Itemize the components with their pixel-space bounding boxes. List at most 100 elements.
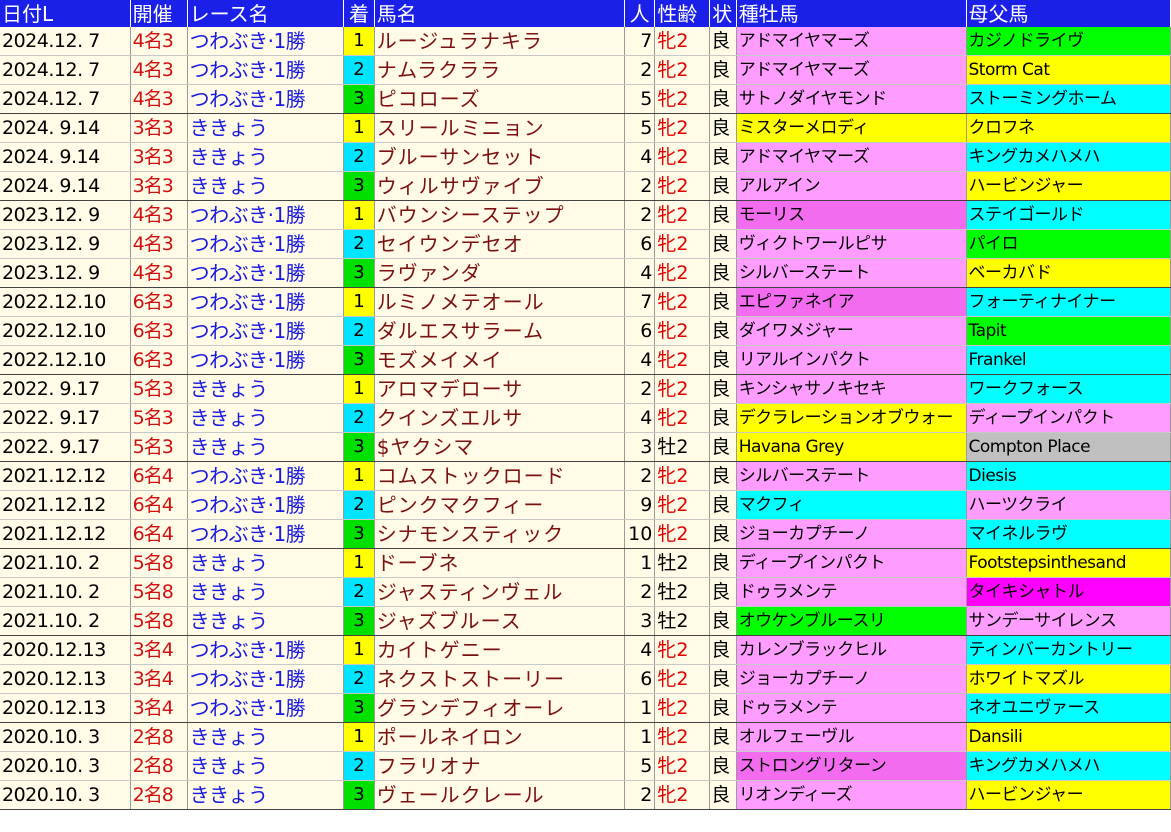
sire-name-cell: Havana Grey <box>736 432 967 462</box>
sex-age-cell: 牝2 <box>654 490 711 520</box>
horse-name-cell: フラリオナ <box>374 751 625 781</box>
popularity-cell: 3 <box>624 432 656 462</box>
race-date-cell: 2021.12.12 <box>0 461 131 491</box>
popularity-cell: 9 <box>624 490 656 520</box>
popularity-cell: 5 <box>624 751 656 781</box>
race-name-cell: つわぶき·1勝 <box>187 490 345 520</box>
header-track-condition: 状 <box>709 0 737 27</box>
broodmare-sire-name-cell: ベーカバド <box>966 258 1171 288</box>
race-name-cell: ききょう <box>187 751 345 781</box>
popularity-cell: 2 <box>624 171 656 201</box>
race-date-cell: 2020.12.13 <box>0 635 131 665</box>
race-name-cell: つわぶき·1勝 <box>187 693 345 723</box>
sire-name-cell: アドマイヤマーズ <box>736 27 967 56</box>
header-finish: 着 <box>343 0 375 27</box>
popularity-cell: 2 <box>624 200 656 230</box>
finish-position-cell: 2 <box>343 142 375 172</box>
kaisai-cell: 5名3 <box>130 403 188 433</box>
broodmare-sire-name-cell: Diesis <box>966 461 1171 491</box>
table-row: 2024.12. 7 4名3 つわぶき·1勝 2 ナムラクララ 2 牝2 良アドマイヤマーズ S… <box>0 55 1171 85</box>
race-name-cell: ききょう <box>187 403 345 433</box>
race-name-cell: つわぶき·1勝 <box>187 635 345 665</box>
kaisai-cell: 5名3 <box>130 432 188 462</box>
sire-name-cell: オウケンブルースリ <box>736 606 967 636</box>
track-condition-cell: 良 <box>709 519 737 549</box>
sire-name-cell: ストロングリターン <box>736 751 967 781</box>
table-row: 2023.12. 9 4名3 つわぶき·1勝 1 バウンシーステップ 2 牝2 良モーリス ステ… <box>0 200 1171 230</box>
sire-name-cell: ヴィクトワールピサ <box>736 229 967 259</box>
horse-name-cell: ピコローズ <box>374 84 625 114</box>
kaisai-cell: 2名8 <box>130 722 188 752</box>
track-condition-cell: 良 <box>709 142 737 172</box>
kaisai-cell: 6名4 <box>130 490 188 520</box>
sex-age-cell: 牝2 <box>654 316 711 346</box>
broodmare-sire-name-cell: ストーミングホーム <box>966 84 1171 114</box>
finish-position-cell: 2 <box>343 664 375 694</box>
race-date-cell: 2024.12. 7 <box>0 55 131 85</box>
track-condition-cell: 良 <box>709 403 737 433</box>
sire-name-cell: マクフィ <box>736 490 967 520</box>
horse-name-cell: ポールネイロン <box>374 722 625 752</box>
broodmare-sire-name-cell: Compton Place <box>966 432 1171 462</box>
sex-age-cell: 牝2 <box>654 229 711 259</box>
kaisai-cell: 6名3 <box>130 345 188 375</box>
popularity-cell: 3 <box>624 606 656 636</box>
table-row: 2023.12. 9 4名3 つわぶき·1勝 3 ラヴァンダ 4 牝2 良シルバーステート ベー… <box>0 258 1171 288</box>
sire-name-cell: リアルインパクト <box>736 345 967 375</box>
track-condition-cell: 良 <box>709 577 737 607</box>
sex-age-cell: 牝2 <box>654 374 711 404</box>
race-name-cell: つわぶき·1勝 <box>187 461 345 491</box>
horse-name-cell: ウィルサヴァイブ <box>374 171 625 201</box>
popularity-cell: 4 <box>624 635 656 665</box>
kaisai-cell: 3名3 <box>130 171 188 201</box>
popularity-cell: 5 <box>624 113 656 143</box>
sire-name-cell: カレンブラックヒル <box>736 635 967 665</box>
sire-name-cell: キンシャサノキセキ <box>736 374 967 404</box>
track-condition-cell: 良 <box>709 316 737 346</box>
finish-position-cell: 3 <box>343 606 375 636</box>
broodmare-sire-name-cell: マイネルラヴ <box>966 519 1171 549</box>
results-table: 日付L 開催 レース名 着 馬名 人 性齢 状 種牡馬 母父馬 2024.12.… <box>0 0 1171 810</box>
sire-name-cell: ダイワメジャー <box>736 316 967 346</box>
finish-position-cell: 3 <box>343 780 375 810</box>
kaisai-cell: 6名4 <box>130 461 188 491</box>
table-row: 2024. 9.14 3名3 ききょう 2 ブルーサンセット 4 牝2 良アドマイヤマーズ キン… <box>0 142 1171 172</box>
table-row: 2024.12. 7 4名3 つわぶき·1勝 3 ピコローズ 5 牝2 良サトノダイヤモンドス… <box>0 84 1171 114</box>
broodmare-sire-name-cell: キングカメハメハ <box>966 142 1171 172</box>
broodmare-sire-name-cell: ディープインパクト <box>966 403 1171 433</box>
sire-name-cell: アルアイン <box>736 171 967 201</box>
sex-age-cell: 牝2 <box>654 171 711 201</box>
horse-name-cell: ナムラクララ <box>374 55 625 85</box>
track-condition-cell: 良 <box>709 27 737 56</box>
race-name-cell: ききょう <box>187 113 345 143</box>
race-date-cell: 2022.12.10 <box>0 345 131 375</box>
race-date-cell: 2020.10. 3 <box>0 751 131 781</box>
race-date-cell: 2022. 9.17 <box>0 374 131 404</box>
sex-age-cell: 牝2 <box>654 84 711 114</box>
race-name-cell: つわぶき·1勝 <box>187 200 345 230</box>
popularity-cell: 2 <box>624 55 656 85</box>
header-race-name: レース名 <box>187 0 345 27</box>
horse-name-cell: $ヤクシマ <box>374 432 625 462</box>
horse-name-cell: コムストックロード <box>374 461 625 491</box>
header-horse-name: 馬名 <box>374 0 625 27</box>
track-condition-cell: 良 <box>709 722 737 752</box>
table-row: 2022.12.10 6名3 つわぶき·1勝 3 モズメイメイ 4 牝2 良リアルインパクト F… <box>0 345 1171 375</box>
kaisai-cell: 4名3 <box>130 200 188 230</box>
race-date-cell: 2020.10. 3 <box>0 780 131 810</box>
race-name-cell: つわぶき·1勝 <box>187 27 345 56</box>
sire-name-cell: オルフェーヴル <box>736 722 967 752</box>
horse-name-cell: セイウンデセオ <box>374 229 625 259</box>
track-condition-cell: 良 <box>709 606 737 636</box>
horse-name-cell: ルミノメテオール <box>374 287 625 317</box>
table-row: 2021.10. 2 5名8 ききょう 1 ドーブネ 1 牡2 良ディープインパクト Foots… <box>0 548 1171 578</box>
track-condition-cell: 良 <box>709 287 737 317</box>
race-date-cell: 2021.10. 2 <box>0 548 131 578</box>
race-name-cell: ききょう <box>187 171 345 201</box>
track-condition-cell: 良 <box>709 345 737 375</box>
sex-age-cell: 牝2 <box>654 635 711 665</box>
race-name-cell: つわぶき·1勝 <box>187 55 345 85</box>
table-row: 2021.12.12 6名4 つわぶき·1勝 2 ピンクマクフィー 9 牝2 良マクフィ ハーツ… <box>0 490 1171 520</box>
table-row: 2022. 9.17 5名3 ききょう 3 $ヤクシマ 3 牡2 良 Havana Grey Co… <box>0 432 1171 462</box>
horse-name-cell: ラヴァンダ <box>374 258 625 288</box>
